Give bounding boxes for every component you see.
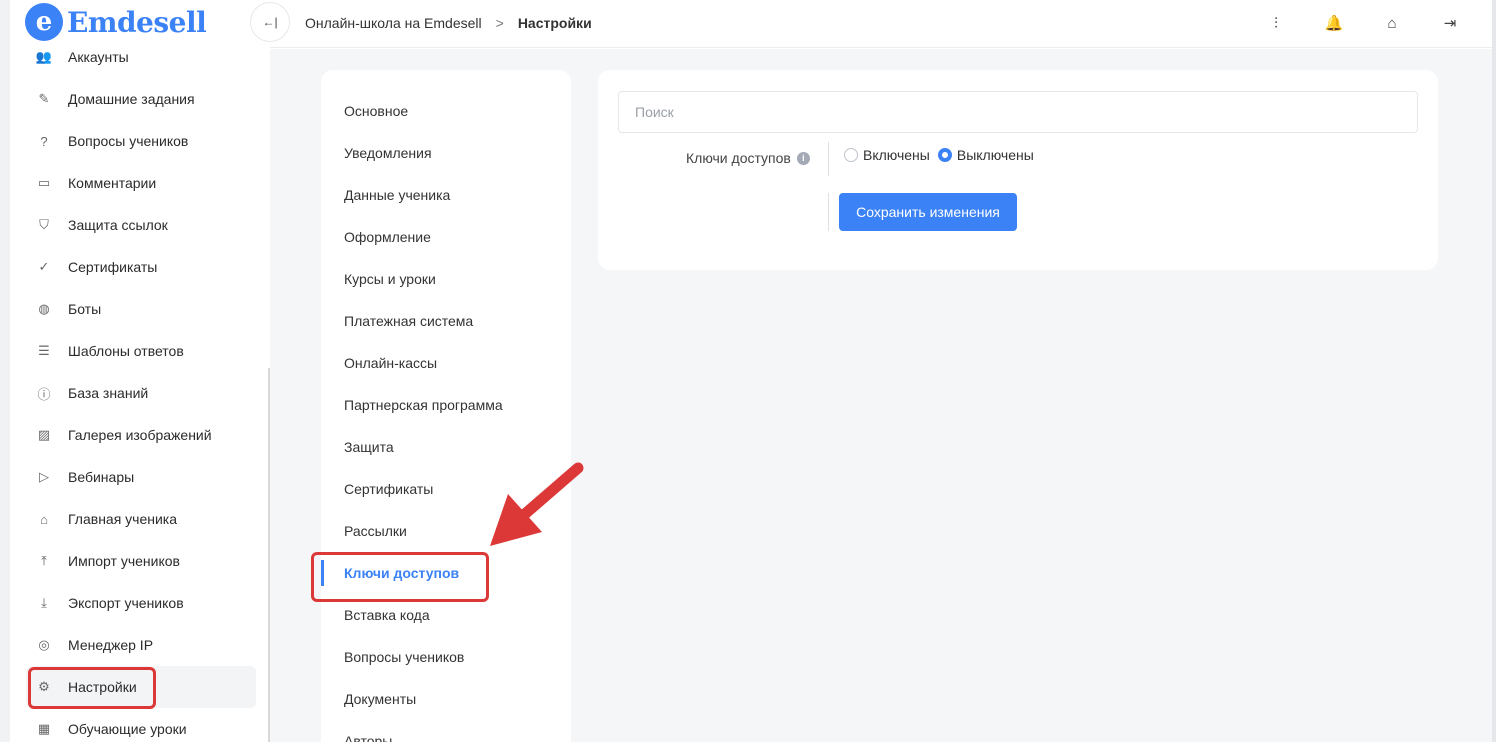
settings-nav-item[interactable]: Документы xyxy=(321,678,571,720)
sliders-icon[interactable]: ⫶ xyxy=(1265,12,1287,34)
sidebar-item-label: Экспорт учеников xyxy=(68,595,184,611)
sidebar-item[interactable]: ? Вопросы учеников xyxy=(26,120,256,162)
topbar: ←| Онлайн-школа на Emdesell > Настройки … xyxy=(250,0,1496,48)
pencil-icon: ✎ xyxy=(38,91,50,106)
radio-enabled-label: Включены xyxy=(863,147,930,163)
collapse-sidebar-button[interactable]: ←| xyxy=(250,2,290,42)
sidebar-item-label: Домашние задания xyxy=(68,91,195,107)
radio-enabled-circle[interactable] xyxy=(844,148,858,162)
bot-icon: ◍ xyxy=(38,301,50,316)
settings-nav-item[interactable]: Онлайн-кассы xyxy=(321,342,571,384)
radio-disabled-label: Выключены xyxy=(956,147,1034,163)
sidebar-item-label: Аккаунты xyxy=(68,49,129,65)
sidebar-item[interactable]: ⓘ База знаний xyxy=(26,372,256,414)
sidebar-item-label: Комментарии xyxy=(68,175,157,191)
comment-icon: ▭ xyxy=(37,175,51,190)
collapse-icon: ←| xyxy=(262,15,278,29)
sidebar-item-label: Менеджер IP xyxy=(68,637,154,653)
divider xyxy=(828,193,829,231)
settings-nav-item[interactable]: Оформление xyxy=(321,216,571,258)
sidebar-item[interactable]: ◎ Менеджер IP xyxy=(26,624,256,666)
settings-nav-item[interactable]: Курсы и уроки xyxy=(321,258,571,300)
main-content: Основное Уведомления Данные ученика Оформле… xyxy=(270,49,1492,742)
sidebar-item-label: Главная ученика xyxy=(68,511,178,527)
image-icon: ▨ xyxy=(37,427,51,442)
sidebar-item[interactable]: ✓ Сертификаты xyxy=(26,246,256,288)
settings-nav-item[interactable]: Данные ученика xyxy=(321,174,571,216)
download-icon: ⤓ xyxy=(41,595,47,610)
sidebar-item-label: Сертификаты xyxy=(68,259,158,275)
bell-icon[interactable]: 🔔 xyxy=(1323,12,1345,34)
sidebar-item-label: Вебинары xyxy=(68,469,135,485)
divider xyxy=(828,142,829,176)
settings-nav-item[interactable]: Вопросы учеников xyxy=(321,636,571,678)
target-icon: ◎ xyxy=(38,637,50,652)
sidebar-item[interactable]: 👥 Аккаунты xyxy=(26,36,256,78)
home-icon: ⌂ xyxy=(40,511,48,527)
sidebar-item[interactable]: ▭ Комментарии xyxy=(26,162,256,204)
window-edge xyxy=(1492,0,1496,742)
certificate-icon: ✓ xyxy=(38,259,50,274)
settings-nav-item[interactable]: Основное xyxy=(321,90,571,132)
info-icon: ⓘ xyxy=(37,386,51,402)
radio-disabled[interactable]: Выключены xyxy=(937,147,1034,163)
sidebar-item[interactable]: ✎ Домашние задания xyxy=(26,78,256,120)
question-icon: ? xyxy=(40,133,48,149)
breadcrumb-current: Настройки xyxy=(517,15,592,31)
radio-disabled-circle[interactable] xyxy=(937,148,952,162)
upload-icon: ⤒ xyxy=(41,553,47,568)
sidebar-item[interactable]: ◍ Боты xyxy=(26,288,256,330)
sidebar-item-label: Обучающие уроки xyxy=(68,721,187,737)
sidebar-item-label: Защита ссылок xyxy=(68,217,168,233)
sidebar-item-label: Вопросы учеников xyxy=(68,133,189,149)
breadcrumb-separator: > xyxy=(495,15,504,31)
sidebar-item[interactable]: ⤓ Экспорт учеников xyxy=(26,582,256,624)
list-icon: ☰ xyxy=(38,343,50,358)
sidebar-item[interactable]: ⌂ Главная ученика xyxy=(26,498,256,540)
sidebar-item[interactable]: ▨ Галерея изображений xyxy=(26,414,256,456)
logout-icon[interactable]: ⇥ xyxy=(1439,12,1461,34)
settings-nav-item[interactable]: Партнерская программа xyxy=(321,384,571,426)
sidebar-item[interactable]: ☰ Шаблоны ответов xyxy=(26,330,256,372)
topbar-actions: ⫶ 🔔 ⌂ ⇥ xyxy=(1265,12,1461,34)
field-label: Ключи доступов xyxy=(686,150,791,166)
annotation-arrow-icon xyxy=(490,462,584,546)
shield-icon: ⛉ xyxy=(39,217,49,232)
home-settings-icon[interactable]: ⌂ xyxy=(1381,12,1403,34)
sidebar-item-label: Боты xyxy=(68,301,102,317)
save-changes-button[interactable]: Сохранить изменения xyxy=(839,193,1017,231)
sidebar: e Emdesell 👥 Аккаунты ✎ Домашние задания? Во… xyxy=(0,0,276,742)
settings-nav-item[interactable]: Платежная система xyxy=(321,300,571,342)
sidebar-item-label: Импорт учеников xyxy=(68,553,180,569)
sidebar-item[interactable]: ▷ Вебинары xyxy=(26,456,256,498)
sidebar-item[interactable]: ⤒ Импорт учеников xyxy=(26,540,256,582)
info-icon[interactable]: i xyxy=(796,151,810,165)
sidebar-item-label: База знаний xyxy=(68,385,149,401)
settings-nav-item[interactable]: Авторы xyxy=(321,720,571,742)
breadcrumb-parent[interactable]: Онлайн-школа на Emdesell xyxy=(305,15,482,31)
settings-nav: Основное Уведомления Данные ученика Оформле… xyxy=(321,70,571,742)
sidebar-menu: 👥 Аккаунты ✎ Домашние задания? Вопросы учени… xyxy=(26,36,256,742)
play-icon: ▷ xyxy=(39,469,49,484)
access-keys-label: Ключи доступов i xyxy=(686,150,810,166)
radio-enabled[interactable]: Включены xyxy=(844,147,930,163)
highlight-box-settings-sidebar xyxy=(28,667,156,709)
users-icon: 👥 xyxy=(35,49,53,64)
highlight-box-access-keys-nav xyxy=(311,552,489,602)
sidebar-item[interactable]: ▦ Обучающие уроки xyxy=(26,708,256,742)
sidebar-item[interactable]: ⛉ Защита ссылок xyxy=(26,204,256,246)
settings-nav-item[interactable]: Уведомления xyxy=(321,132,571,174)
sidebar-item-label: Шаблоны ответов xyxy=(68,343,184,359)
search-input[interactable] xyxy=(618,91,1418,133)
logo-text: Emdesell xyxy=(67,5,207,39)
breadcrumb: Онлайн-школа на Emdesell > Настройки xyxy=(305,15,592,31)
film-icon: ▦ xyxy=(37,721,51,736)
settings-panel: Ключи доступов i Включены Выключены Сохр… xyxy=(598,70,1438,270)
access-keys-radio-group: Включены Выключены xyxy=(844,147,1034,163)
sidebar-item-label: Галерея изображений xyxy=(68,427,212,443)
